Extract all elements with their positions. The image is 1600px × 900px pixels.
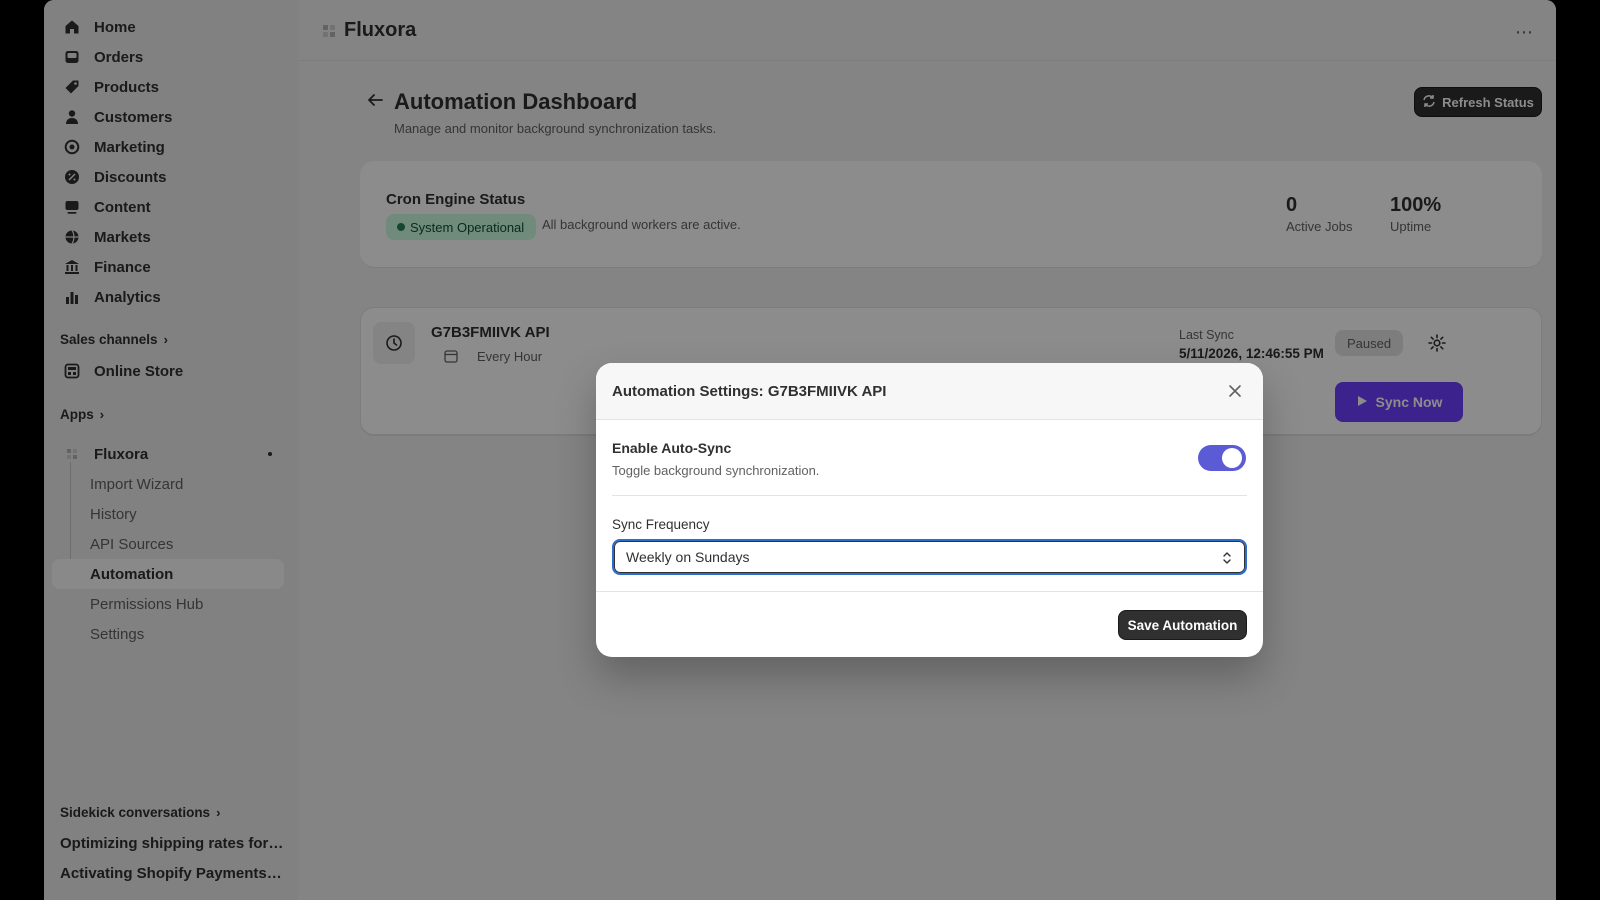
modal-header: Automation Settings: G7B3FMIIVK API xyxy=(596,363,1263,420)
sync-frequency-label: Sync Frequency xyxy=(612,517,710,532)
auto-sync-description: Toggle background synchronization. xyxy=(612,463,820,478)
divider xyxy=(596,591,1263,592)
auto-sync-toggle[interactable] xyxy=(1198,445,1246,471)
modal-title: Automation Settings: G7B3FMIIVK API xyxy=(612,383,887,400)
select-value: Weekly on Sundays xyxy=(626,549,750,565)
automation-settings-modal: Automation Settings: G7B3FMIIVK API Enab… xyxy=(596,363,1263,657)
select-caret-icon xyxy=(1221,550,1233,566)
close-icon[interactable] xyxy=(1227,383,1243,399)
auto-sync-label: Enable Auto-Sync xyxy=(612,440,732,456)
save-automation-button[interactable]: Save Automation xyxy=(1118,610,1247,640)
button-label: Save Automation xyxy=(1127,617,1238,633)
divider xyxy=(612,495,1247,496)
sync-frequency-select[interactable]: Weekly on Sundays xyxy=(612,539,1247,575)
